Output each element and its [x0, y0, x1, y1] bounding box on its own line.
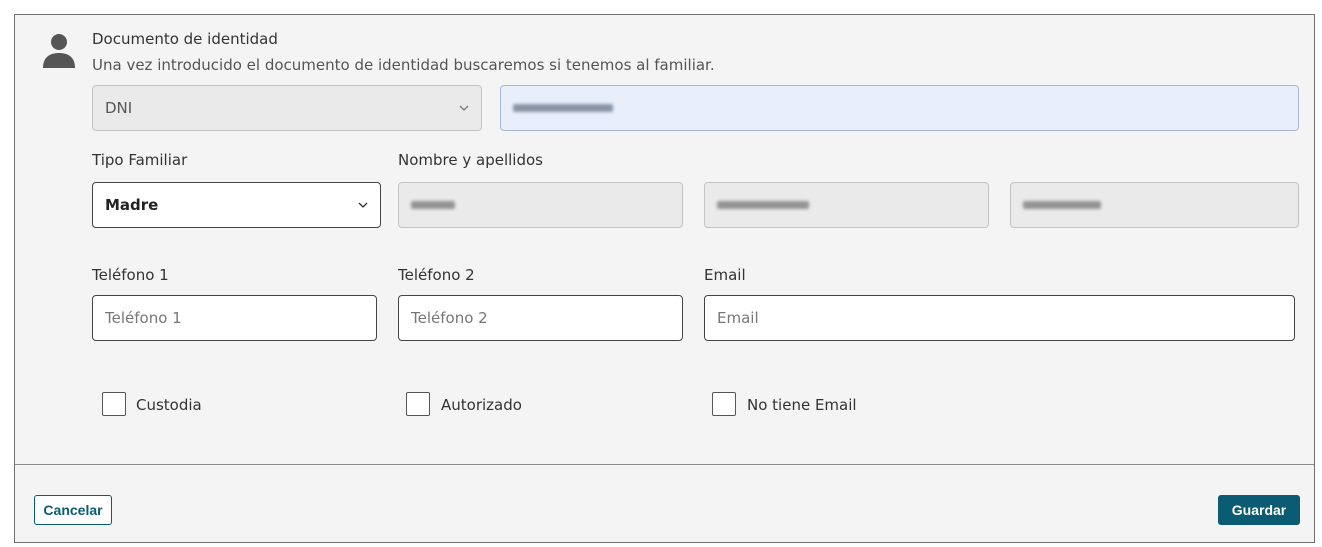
email-input[interactable]: Email: [704, 295, 1295, 341]
redacted-first-surname: [717, 201, 809, 209]
chevron-down-icon: [358, 202, 368, 208]
document-type-select[interactable]: DNI: [92, 85, 482, 131]
first-surname-field[interactable]: [704, 182, 989, 228]
telefono1-placeholder: Teléfono 1: [105, 309, 182, 327]
first-name-field[interactable]: [398, 182, 683, 228]
telefono2-placeholder: Teléfono 2: [411, 309, 488, 327]
telefono1-input[interactable]: Teléfono 1: [92, 295, 377, 341]
family-member-form: Documento de identidad Una vez introduci…: [14, 14, 1315, 543]
email-label: Email: [704, 266, 746, 284]
email-placeholder: Email: [717, 309, 759, 327]
telefono2-label: Teléfono 2: [398, 266, 475, 284]
footer-divider: [15, 464, 1314, 465]
tipo-familiar-select[interactable]: Madre: [92, 182, 381, 228]
autorizado-checkbox[interactable]: [406, 392, 430, 416]
cancel-button[interactable]: Cancelar: [34, 495, 112, 525]
redacted-first-name: [411, 201, 455, 209]
no-email-checkbox[interactable]: [712, 392, 736, 416]
custodia-checkbox[interactable]: [102, 392, 126, 416]
nombre-label: Nombre y apellidos: [398, 151, 543, 169]
document-section-description: Una vez introducido el documento de iden…: [92, 56, 715, 74]
no-email-label[interactable]: No tiene Email: [747, 396, 857, 414]
person-icon: [43, 34, 75, 68]
chevron-down-icon: [459, 105, 469, 111]
save-button[interactable]: Guardar: [1218, 495, 1300, 525]
telefono2-input[interactable]: Teléfono 2: [398, 295, 683, 341]
redacted-document-number: [513, 104, 613, 112]
tipo-familiar-value: Madre: [105, 196, 159, 214]
telefono1-label: Teléfono 1: [92, 266, 169, 284]
redacted-second-surname: [1023, 201, 1101, 209]
document-number-input[interactable]: [500, 85, 1299, 131]
document-type-value: DNI: [105, 99, 133, 117]
custodia-label[interactable]: Custodia: [136, 396, 202, 414]
tipo-familiar-label: Tipo Familiar: [92, 151, 188, 169]
autorizado-label[interactable]: Autorizado: [441, 396, 522, 414]
second-surname-field[interactable]: [1010, 182, 1299, 228]
document-section-title: Documento de identidad: [92, 30, 278, 48]
